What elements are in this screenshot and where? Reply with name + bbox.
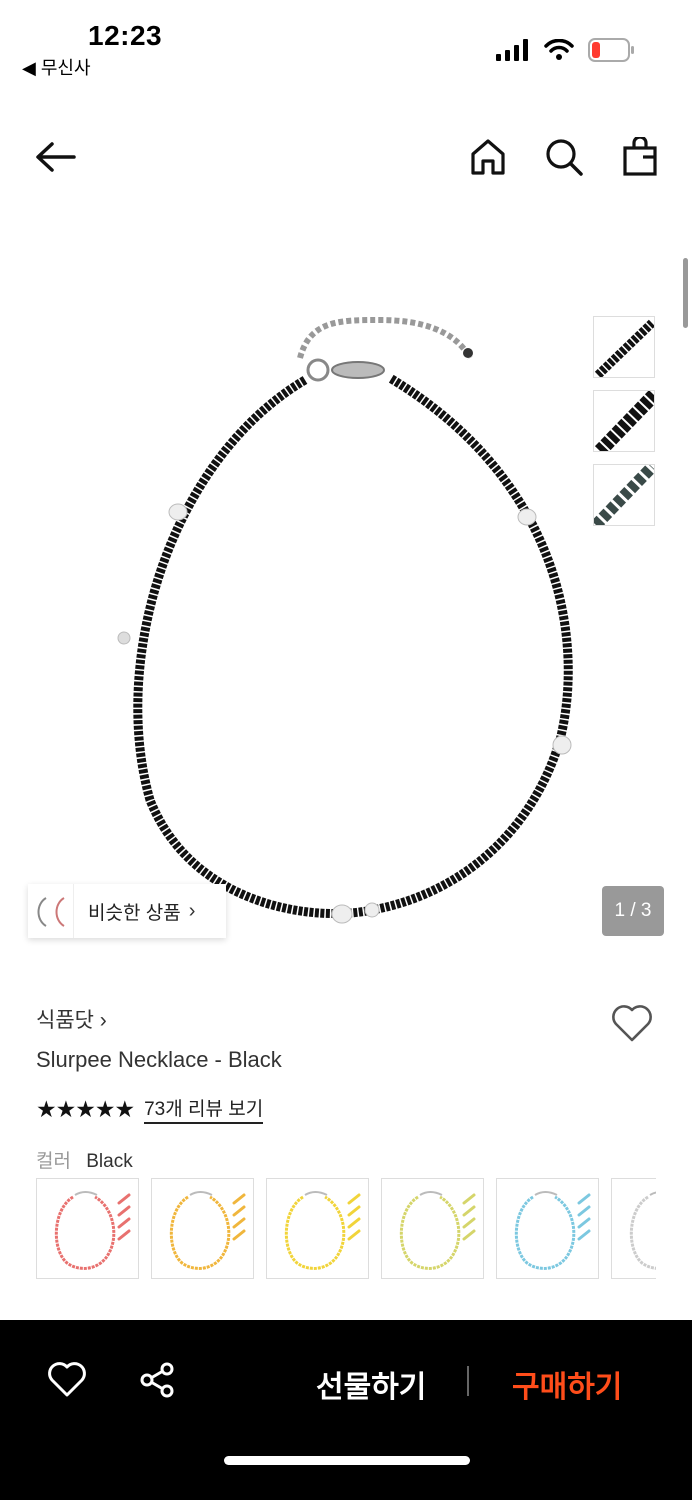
thumbnail-2[interactable]	[593, 390, 655, 452]
cart-button[interactable]	[618, 134, 662, 180]
home-button[interactable]	[466, 134, 510, 180]
top-nav	[0, 120, 692, 194]
button-divider	[467, 1366, 469, 1396]
search-icon	[546, 139, 583, 176]
necklace-image	[117, 316, 573, 924]
thumbnail-image	[594, 465, 654, 525]
share-button[interactable]	[138, 1360, 178, 1400]
swatch-necklace-image	[629, 1191, 656, 1270]
product-image[interactable]	[0, 240, 692, 960]
home-icon	[471, 139, 505, 175]
thumbnail-image	[594, 319, 654, 377]
share-icon	[140, 1362, 174, 1398]
similar-thumbnail	[28, 884, 74, 938]
wifi-icon	[544, 39, 574, 60]
signal-icon	[496, 39, 528, 61]
heart-icon	[48, 1362, 86, 1397]
swatch-necklace-image	[284, 1191, 361, 1270]
brand-link[interactable]: 식품닷 ›	[36, 1004, 107, 1034]
similar-products-label: 비슷한 상품	[88, 902, 181, 924]
review-link[interactable]: 73개 리뷰 보기	[144, 1094, 264, 1124]
bottom-wishlist-button[interactable]	[46, 1360, 88, 1400]
status-time: 12:23	[88, 20, 163, 51]
arrow-left-icon	[36, 142, 76, 172]
star-rating: ★★★★★	[36, 1095, 135, 1122]
scrollbar[interactable]	[683, 258, 688, 328]
battery-low-icon	[588, 38, 634, 62]
bottom-action-bar: 선물하기 구매하기	[0, 1320, 692, 1500]
color-swatch[interactable]	[381, 1178, 484, 1279]
thumbnail-image	[594, 391, 654, 451]
rating-row: ★★★★★ 73개 리뷰 보기	[36, 1094, 264, 1124]
wishlist-button[interactable]	[610, 1002, 654, 1044]
color-label: 컬러	[36, 1151, 71, 1172]
chevron-right-icon: ›	[188, 899, 196, 922]
color-swatches	[36, 1178, 656, 1282]
status-bar: 12:23 ◀ 무신사	[0, 0, 692, 90]
image-thumbnails	[593, 316, 655, 526]
swatch-necklace-image	[169, 1191, 246, 1270]
product-title: Slurpee Necklace - Black	[36, 1047, 282, 1072]
back-to-app-link[interactable]: ◀ 무신사	[22, 54, 91, 80]
color-row: 컬러 Black	[36, 1146, 133, 1173]
thumbnail-1[interactable]	[593, 316, 655, 378]
back-button[interactable]	[30, 134, 82, 180]
gift-button[interactable]: 선물하기	[316, 1362, 426, 1406]
swatch-necklace-image	[514, 1191, 591, 1270]
swatch-necklace-image	[399, 1191, 476, 1270]
search-button[interactable]	[542, 134, 586, 180]
status-icons	[496, 38, 636, 62]
thumbnail-3[interactable]	[593, 464, 655, 526]
color-swatch[interactable]	[266, 1178, 369, 1279]
color-value: Black	[86, 1151, 133, 1172]
color-swatch[interactable]	[611, 1178, 656, 1279]
home-indicator[interactable]	[224, 1456, 470, 1465]
heart-icon	[612, 1005, 652, 1042]
similar-thumbnail-image	[37, 897, 65, 927]
similar-products-button[interactable]: 비슷한 상품 ›	[28, 884, 226, 938]
color-swatch[interactable]	[36, 1178, 139, 1279]
buy-button[interactable]: 구매하기	[512, 1362, 622, 1406]
bag-icon	[623, 137, 657, 176]
swatch-necklace-image	[54, 1191, 131, 1270]
image-page-counter: 1 / 3	[602, 886, 664, 936]
color-swatch[interactable]	[151, 1178, 254, 1279]
color-swatch[interactable]	[496, 1178, 599, 1279]
